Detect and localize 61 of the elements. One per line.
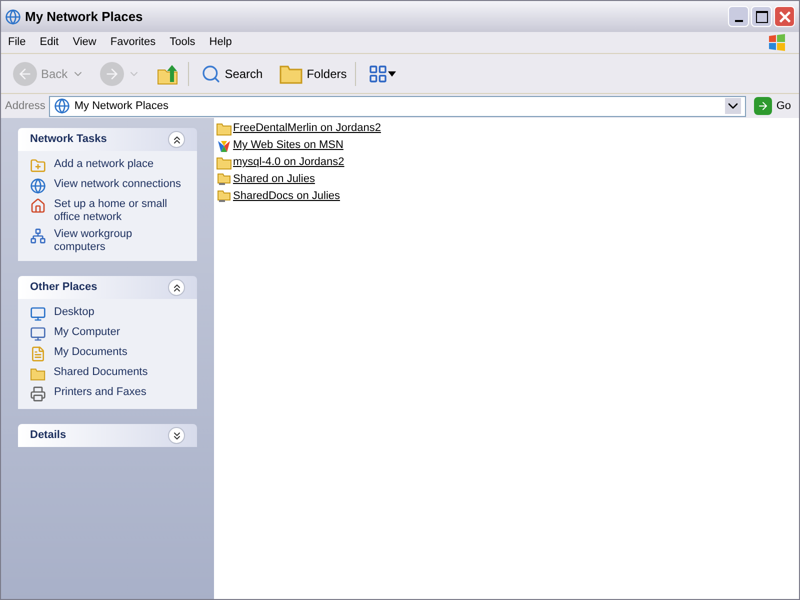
go-button[interactable]: Go	[750, 97, 795, 115]
forward-arrow-icon	[104, 66, 120, 82]
search-icon	[200, 64, 221, 84]
menu-item[interactable]: File	[1, 34, 33, 51]
task-link[interactable]: Add a network place	[54, 158, 185, 171]
windows-flag-icon	[767, 32, 787, 52]
panel-title: Details	[30, 428, 66, 444]
panel-header[interactable]: Network Tasks	[18, 128, 197, 151]
search-button[interactable]: Search	[196, 64, 267, 84]
menu-item[interactable]: Edit	[32, 34, 66, 51]
folder-icon	[216, 120, 232, 136]
documents-icon	[30, 346, 46, 362]
folder-plus-icon	[30, 158, 46, 174]
task-link[interactable]: View workgroup computers	[54, 228, 185, 254]
task-link[interactable]: Desktop	[54, 306, 185, 319]
task-link[interactable]: Set up a home or small office network	[54, 198, 185, 224]
panel-header[interactable]: Details	[18, 424, 197, 447]
address-label: Address	[5, 98, 46, 114]
network-icon	[30, 228, 46, 244]
menu-item[interactable]: View	[66, 34, 104, 51]
printer-icon	[30, 386, 46, 402]
network-place-link[interactable]: mysql-4.0 on Jordans2	[233, 154, 344, 171]
shared-folder-icon	[216, 188, 232, 204]
panel-title: Other Places	[30, 280, 98, 296]
folder-icon	[216, 154, 232, 170]
panel-title: Network Tasks	[30, 132, 107, 148]
dropdown-icon[interactable]	[725, 98, 742, 114]
collapse-button[interactable]	[168, 131, 185, 148]
network-place-link[interactable]: My Web Sites on MSN	[233, 137, 344, 154]
collapse-button[interactable]	[168, 279, 185, 296]
network-icon	[5, 8, 21, 24]
desktop-icon	[30, 306, 46, 322]
collapse-button[interactable]	[168, 427, 185, 444]
home-icon	[30, 198, 46, 214]
menu-item[interactable]: Tools	[162, 34, 202, 51]
task-link[interactable]: Shared Documents	[54, 366, 185, 379]
menu-item[interactable]: Favorites	[103, 34, 163, 51]
close-button[interactable]	[774, 6, 795, 27]
task-link[interactable]: My Documents	[54, 346, 185, 359]
maximize-button[interactable]	[751, 6, 772, 27]
network-place-link[interactable]: Shared on Julies	[233, 171, 315, 188]
close-icon	[778, 10, 790, 22]
window-title: My Network Places	[25, 8, 143, 26]
task-link[interactable]: View network connections	[54, 178, 185, 191]
address-field[interactable]: My Network Places	[49, 96, 746, 116]
menu-item[interactable]: Help	[202, 34, 239, 51]
globe-icon	[30, 178, 46, 194]
minimize-button[interactable]	[728, 6, 749, 27]
task-link[interactable]: Printers and Faxes	[54, 386, 185, 399]
network-icon	[54, 98, 70, 114]
folder-icon	[30, 366, 46, 382]
shared-folder-icon	[216, 172, 232, 188]
caret-icon	[388, 70, 396, 78]
panel-header[interactable]: Other Places	[18, 276, 197, 299]
computer-icon	[30, 326, 46, 342]
network-place-link[interactable]: FreeDentalMerlin on Jordans2	[233, 120, 381, 137]
task-link[interactable]: My Computer	[54, 326, 185, 339]
folders-button[interactable]: Folders	[274, 62, 356, 86]
grid-icon	[368, 64, 388, 84]
network-place-link[interactable]: SharedDocs on Julies	[233, 188, 340, 205]
go-arrow-icon	[757, 100, 770, 112]
